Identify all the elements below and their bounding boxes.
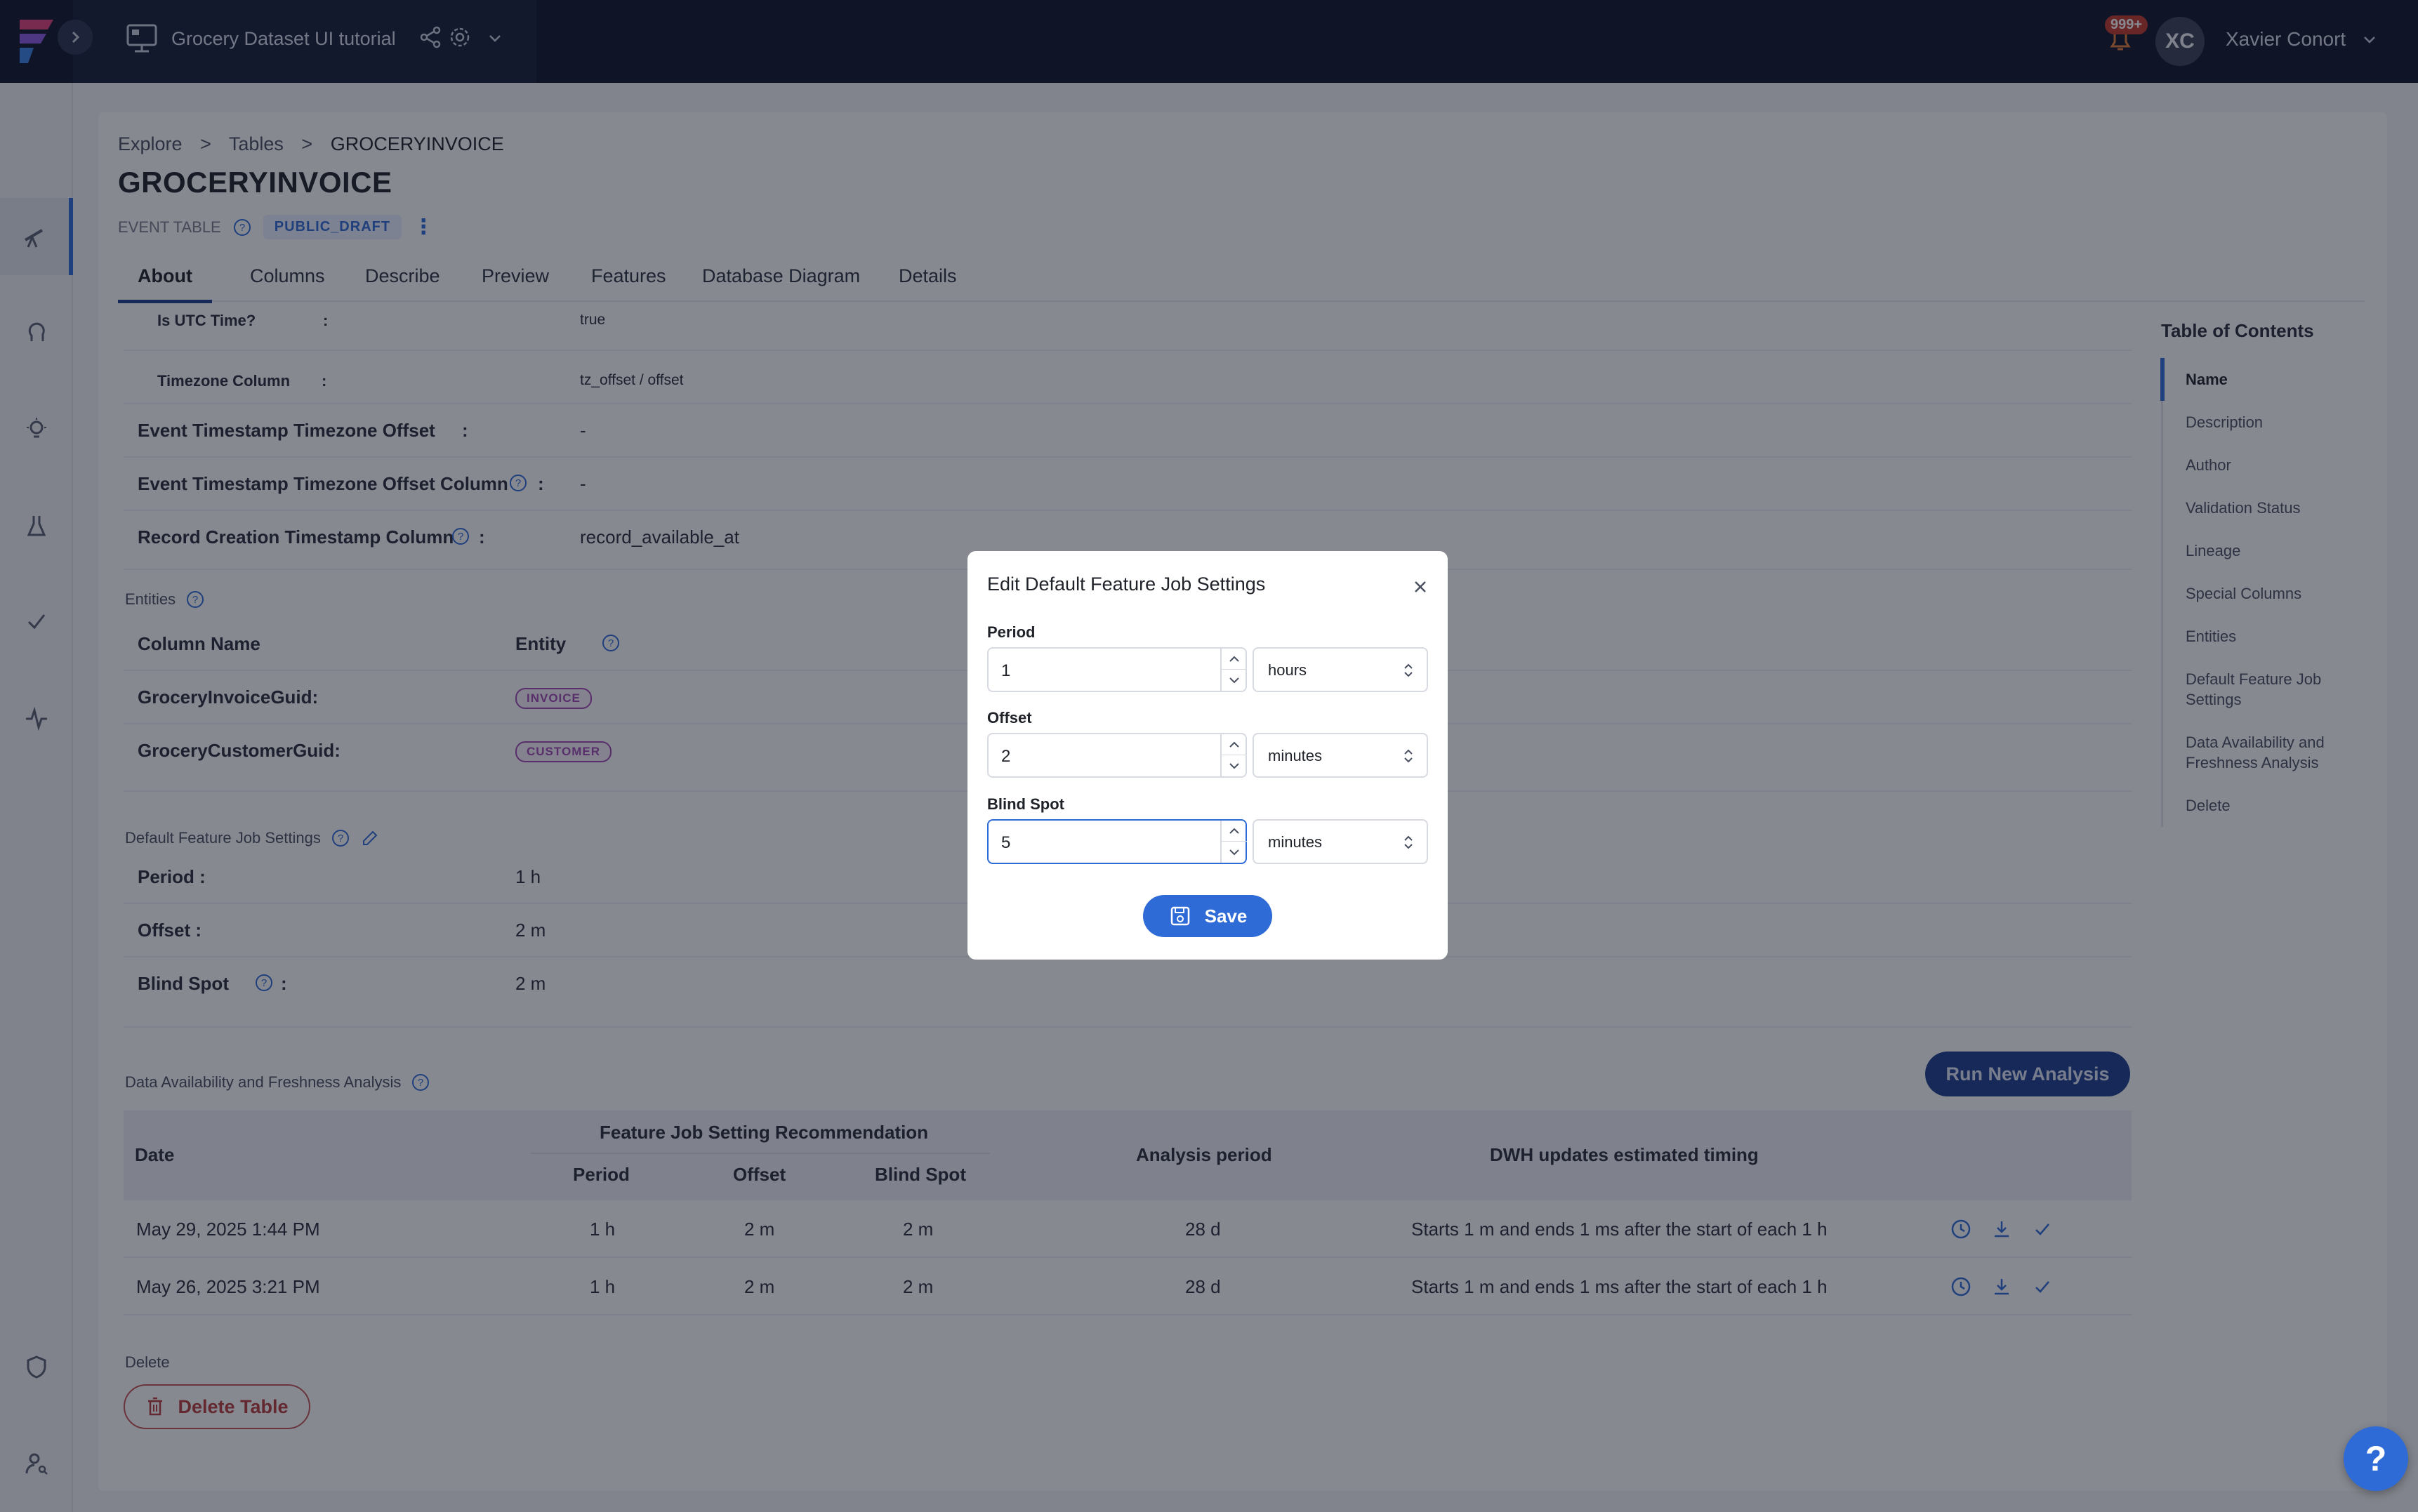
blind-spot-unit-value: minutes [1268,833,1323,851]
select-arrows-icon [1404,835,1413,849]
offset-stepper-controls [1220,734,1247,776]
period-unit-value: hours [1268,661,1307,679]
blind-spot-input[interactable] [1001,830,1198,856]
chevron-down-icon [1229,849,1239,856]
help-button[interactable]: ? [2344,1426,2408,1491]
offset-stepper [987,733,1247,778]
blind-spot-unit-select[interactable]: minutes [1253,819,1428,864]
period-stepper [987,647,1247,692]
offset-unit-select[interactable]: minutes [1253,733,1428,778]
chevron-up-icon [1229,656,1239,662]
period-stepper-controls [1220,649,1247,691]
close-icon[interactable] [1410,576,1431,597]
offset-field-label: Offset [987,709,1032,727]
period-unit-select[interactable]: hours [1253,647,1428,692]
offset-input[interactable] [1001,744,1198,769]
select-arrows-icon [1404,749,1413,763]
decrement-button[interactable] [1222,755,1247,776]
modal-title: Edit Default Feature Job Settings [987,573,1266,595]
blind-spot-field-label: Blind Spot [987,795,1064,813]
offset-unit-value: minutes [1268,747,1323,764]
save-button[interactable]: Save [1143,895,1272,937]
edit-feature-job-modal: Edit Default Feature Job Settings Period… [967,551,1448,960]
decrement-button[interactable] [1222,842,1247,863]
period-input[interactable] [1001,658,1198,684]
decrement-button[interactable] [1222,670,1247,691]
chevron-up-icon [1229,828,1239,834]
chevron-down-icon [1229,677,1239,684]
increment-button[interactable] [1222,821,1247,842]
blind-spot-stepper [987,819,1247,864]
save-icon [1170,906,1189,926]
increment-button[interactable] [1222,649,1247,670]
increment-button[interactable] [1222,734,1247,755]
select-arrows-icon [1404,663,1413,677]
blind-spot-stepper-controls [1220,821,1247,863]
chevron-up-icon [1229,741,1239,748]
chevron-down-icon [1229,763,1239,769]
period-field-label: Period [987,623,1036,641]
save-label: Save [1204,905,1248,927]
